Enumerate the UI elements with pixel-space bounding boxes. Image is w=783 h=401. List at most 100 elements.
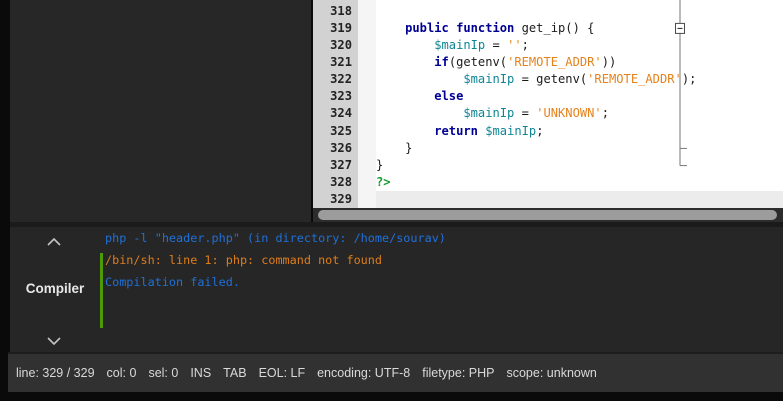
token-plain: get_ip() { [514, 20, 595, 35]
line-text[interactable]: $mainIp = getenv('REMOTE_ADDR'); [376, 71, 783, 88]
fold-margin-cell[interactable] [358, 156, 376, 175]
line-number[interactable]: 328 [313, 174, 358, 192]
status-sel[interactable]: sel: 0 [148, 366, 178, 380]
fold-margin-cell[interactable] [358, 105, 376, 123]
token-str: 'REMOTE_ADDR' [507, 55, 602, 70]
code-line-329[interactable]: 329 [313, 191, 783, 208]
token-plain: )) [601, 55, 617, 70]
token-var: $mainIp [485, 123, 537, 138]
token-str: 'REMOTE_ADDR' [587, 72, 682, 87]
code-line-322[interactable]: 322 $mainIp = getenv('REMOTE_ADDR'); [313, 71, 783, 89]
fold-margin-cell[interactable] [358, 54, 376, 72]
status-eol[interactable]: EOL: LF [259, 366, 306, 380]
line-number[interactable]: 321 [313, 54, 358, 72]
horizontal-scrollbar-thumb[interactable] [318, 210, 777, 220]
code-line-325[interactable]: 325 return $mainIp; [313, 122, 783, 140]
line-text[interactable] [376, 3, 783, 20]
code-line-327[interactable]: 327} [313, 156, 783, 175]
token-kw: public function [405, 20, 515, 35]
token-tag: ?> [376, 175, 391, 190]
token-str: 'UNKNOWN' [536, 106, 602, 121]
token-plain: ; [536, 123, 544, 138]
fold-margin-cell[interactable] [358, 36, 376, 55]
token-plain: } [376, 0, 412, 1]
fold-margin-cell[interactable] [358, 2, 376, 20]
fold-margin-cell[interactable] [358, 19, 376, 37]
token-str: '' [507, 37, 522, 52]
code-line-321[interactable]: 321 if(getenv('REMOTE_ADDR')) [313, 54, 783, 72]
line-text[interactable]: public function get_ip() { [376, 20, 783, 37]
code-line-320[interactable]: 320 $mainIp = ''; [313, 36, 783, 55]
fold-margin-cell[interactable] [358, 122, 376, 140]
line-text[interactable]: return $mainIp; [376, 123, 783, 140]
fold-margin-cell[interactable] [358, 71, 376, 89]
token-plain: ; [601, 106, 609, 121]
code-line-323[interactable]: 323 else [313, 88, 783, 106]
token-kw: else [434, 89, 464, 104]
status-mode[interactable]: INS [190, 366, 211, 380]
fold-margin-cell[interactable] [358, 88, 376, 106]
token-plain: ); [681, 72, 697, 87]
line-text[interactable]: else [376, 88, 783, 105]
chevron-down-icon [47, 337, 61, 346]
line-text[interactable]: $mainIp = 'UNKNOWN'; [376, 105, 783, 122]
line-number[interactable]: 329 [313, 191, 358, 208]
current-line-text[interactable] [376, 191, 783, 208]
token-kw: return [434, 123, 478, 138]
code-lines: 317 }318319 public function get_ip() {32… [313, 0, 783, 208]
line-text[interactable]: ?> [376, 174, 783, 191]
scroll-tabs-up-button[interactable] [36, 233, 72, 251]
scroll-tabs-down-button[interactable] [36, 332, 72, 350]
compiler-panel: Compiler php -l "header.php" (in directo… [10, 222, 783, 352]
token-plain: = [485, 37, 508, 52]
line-text[interactable]: } [376, 157, 783, 174]
message-marker-bar [100, 253, 103, 328]
fold-margin-cell[interactable] [358, 174, 376, 192]
code-editor[interactable]: 317 }318319 public function get_ip() {32… [313, 0, 783, 208]
chevron-up-icon [47, 237, 61, 246]
sidebar-panel [10, 0, 311, 222]
code-line-318[interactable]: 318 [313, 2, 783, 20]
token-var: $mainIp [463, 72, 515, 87]
status-encoding[interactable]: encoding: UTF-8 [317, 366, 410, 380]
line-number[interactable]: 322 [313, 71, 358, 89]
compiler-message-info[interactable]: php -l "header.php" (in directory: /home… [105, 227, 779, 249]
fold-margin-cell[interactable] [358, 191, 376, 208]
status-indent[interactable]: TAB [223, 366, 246, 380]
fold-margin-cell[interactable] [358, 139, 376, 157]
token-var: $mainIp [434, 37, 486, 52]
compiler-message-error[interactable]: /bin/sh: line 1: php: command not found [105, 249, 779, 271]
line-number[interactable]: 319 [313, 19, 358, 37]
token-plain: } [376, 140, 413, 155]
line-number[interactable]: 318 [313, 2, 358, 20]
compiler-message-info[interactable]: Compilation failed. [105, 271, 779, 293]
line-number[interactable]: 324 [313, 105, 358, 123]
token-plain: = getenv( [514, 72, 588, 87]
status-line[interactable]: line: 329 / 329 [16, 366, 95, 380]
status-scope[interactable]: scope: unknown [506, 366, 596, 380]
code-line-324[interactable]: 324 $mainIp = 'UNKNOWN'; [313, 105, 783, 123]
line-number[interactable]: 325 [313, 122, 358, 140]
code-line-328[interactable]: 328 ?> [313, 174, 783, 192]
line-number[interactable]: 327 [313, 156, 358, 175]
status-col[interactable]: col: 0 [107, 366, 137, 380]
line-text[interactable]: $mainIp = ''; [376, 37, 783, 54]
status-bar: line: 329 / 329 col: 0 sel: 0 INS TAB EOL: LF… [8, 352, 783, 392]
tab-compiler[interactable]: Compiler [10, 281, 100, 296]
token-plain: } [376, 157, 384, 172]
line-number[interactable]: 320 [313, 36, 358, 55]
status-filetype[interactable]: filetype: PHP [422, 366, 494, 380]
line-number[interactable]: 326 [313, 139, 358, 157]
message-tab-column: Compiler [10, 227, 100, 352]
code-line-319[interactable]: 319 public function get_ip() { [313, 19, 783, 37]
line-text[interactable]: } [376, 140, 783, 157]
line-number[interactable]: 323 [313, 88, 358, 106]
horizontal-scrollbar[interactable] [313, 208, 783, 222]
code-line-326[interactable]: 326 } [313, 139, 783, 157]
line-text[interactable]: if(getenv('REMOTE_ADDR')) [376, 54, 783, 71]
